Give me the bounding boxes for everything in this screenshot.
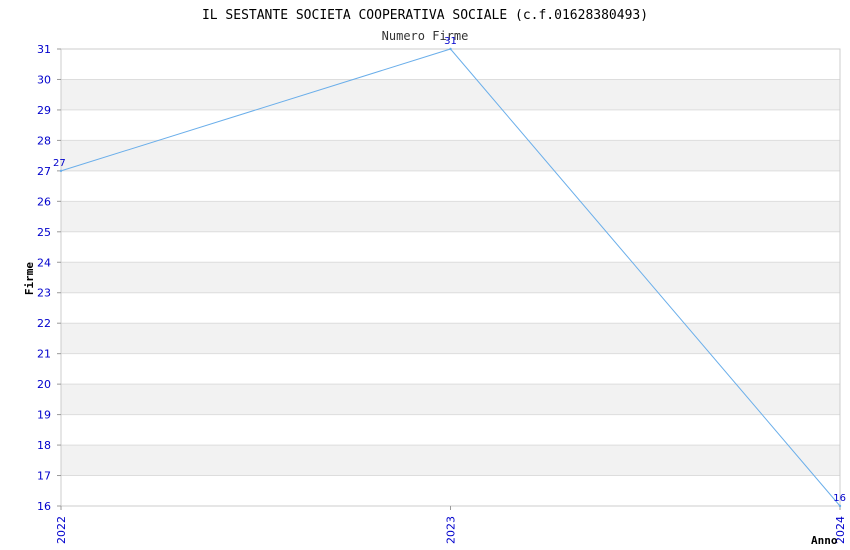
data-point (59, 169, 63, 173)
chart-title: IL SESTANTE SOCIETA COOPERATIVA SOCIALE … (202, 8, 648, 23)
data-point (838, 504, 842, 508)
grid-band (61, 140, 840, 171)
grid-band (61, 445, 840, 476)
data-label: 27 (53, 158, 66, 169)
x-axis-label: Anno (811, 534, 838, 547)
y-tick-label: 25 (37, 226, 51, 239)
y-axis-ticks: 16 17 18 19 20 21 22 23 24 25 26 27 28 29 30 31 (37, 43, 61, 513)
x-tick-label: 2023 (445, 516, 458, 544)
y-tick-label: 31 (37, 43, 51, 56)
grid-band (61, 323, 840, 354)
y-axis-label: Firme (23, 262, 36, 295)
y-tick-label: 19 (37, 409, 51, 422)
y-tick-label: 26 (37, 195, 51, 208)
y-tick-label: 20 (37, 378, 51, 391)
line-chart: IL SESTANTE SOCIETA COOPERATIVA SOCIALE … (23, 8, 847, 547)
y-tick-label: 22 (37, 317, 51, 330)
y-tick-label: 18 (37, 439, 51, 452)
data-label: 31 (444, 36, 457, 47)
grid-band (61, 79, 840, 110)
grid-band (61, 384, 840, 415)
x-tick-label: 2022 (55, 516, 68, 544)
y-tick-label: 29 (37, 104, 51, 117)
y-tick-label: 23 (37, 287, 51, 300)
grid-band (61, 262, 840, 293)
y-tick-label: 16 (37, 500, 51, 513)
data-label: 16 (833, 493, 846, 504)
y-tick-label: 30 (37, 73, 51, 86)
y-tick-label: 24 (37, 256, 51, 269)
grid-band (61, 201, 840, 232)
y-tick-label: 28 (37, 134, 51, 147)
y-tick-label: 17 (37, 470, 51, 483)
data-point (449, 47, 452, 51)
y-tick-label: 21 (37, 348, 51, 361)
x-axis-ticks: 2022 2023 2024 (55, 506, 847, 544)
y-tick-label: 27 (37, 165, 51, 178)
grid-bands (61, 79, 840, 476)
